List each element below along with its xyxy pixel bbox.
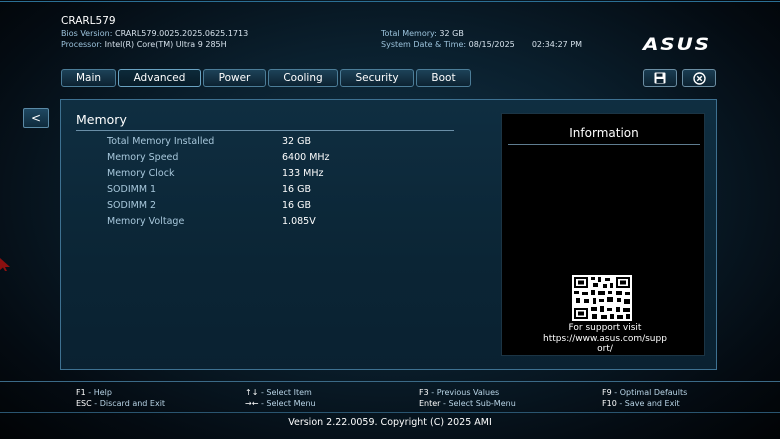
- total-memory-line: Total Memory: 32 GB: [381, 29, 464, 38]
- hint-desc: Save and Exit: [624, 399, 680, 408]
- hint-key: Enter: [419, 399, 441, 408]
- bios-version-line: Bios Version: CRARL579.0025.2025.0625.17…: [61, 29, 248, 38]
- time-value[interactable]: 02:34:27 PM: [532, 40, 582, 49]
- hint-desc: Select Menu: [266, 399, 316, 408]
- hint-key: →←: [245, 399, 259, 408]
- save-icon: [654, 72, 666, 84]
- tab-power[interactable]: Power: [203, 69, 266, 87]
- support-url-line: https://www.asus.com/supp: [543, 333, 667, 344]
- hint-f1: F1 - Help: [76, 388, 112, 397]
- hint-f9: F9 - Optimal Defaults: [602, 388, 687, 397]
- information-divider: [508, 144, 700, 145]
- hint-select-item: ↑↓ - Select Item: [245, 388, 312, 397]
- support-text: For support visit https://www.asus.com/s…: [522, 323, 688, 355]
- tab-security[interactable]: Security: [340, 69, 414, 87]
- hint-separator: -: [428, 388, 437, 397]
- row-label[interactable]: Memory Voltage: [107, 216, 184, 227]
- footer-divider: [0, 381, 780, 382]
- row-label[interactable]: Total Memory Installed: [107, 136, 214, 147]
- save-button[interactable]: [643, 69, 677, 87]
- hint-key: F10: [602, 399, 617, 408]
- hint-desc: Select Item: [266, 388, 312, 397]
- hint-key: ESC: [76, 399, 92, 408]
- hint-key: F3: [419, 388, 429, 397]
- row-label[interactable]: SODIMM 1: [107, 184, 156, 195]
- hint-desc: Discard and Exit: [99, 399, 166, 408]
- support-url-line: ort/: [597, 344, 613, 354]
- row-value: 16 GB: [282, 184, 311, 195]
- qr-code-icon: [572, 275, 632, 321]
- hint-separator: -: [611, 388, 620, 397]
- asus-logo: ASUS: [643, 35, 711, 55]
- processor-line: Processor: Intel(R) Core(TM) Ultra 9 285…: [61, 40, 227, 49]
- date-value[interactable]: 08/15/2025: [469, 40, 515, 49]
- hint-select-menu: →← - Select Menu: [245, 399, 316, 408]
- version-divider: [0, 412, 780, 413]
- model-name: CRARL579: [61, 15, 116, 27]
- exit-button[interactable]: [682, 69, 716, 87]
- hint-separator: -: [85, 388, 94, 397]
- total-memory-value: 32 GB: [439, 29, 464, 38]
- row-value: 16 GB: [282, 200, 311, 211]
- hint-key: ↑↓: [245, 388, 259, 397]
- hint-desc: Previous Values: [436, 388, 500, 397]
- row-label[interactable]: SODIMM 2: [107, 200, 156, 211]
- hint-separator: -: [616, 399, 625, 408]
- tab-boot[interactable]: Boot: [416, 69, 471, 87]
- hint-desc: Select Sub-Menu: [448, 399, 516, 408]
- row-value: 1.085V: [282, 216, 316, 227]
- bios-version-label: Bios Version:: [61, 29, 113, 38]
- hint-f3: F3 - Previous Values: [419, 388, 499, 397]
- tab-cooling[interactable]: Cooling: [268, 69, 338, 87]
- row-label[interactable]: Memory Clock: [107, 168, 174, 179]
- hint-enter: Enter - Select Sub-Menu: [419, 399, 516, 408]
- row-value: 133 MHz: [282, 168, 324, 179]
- bios-screen: CRARL579 Bios Version: CRARL579.0025.202…: [0, 0, 780, 439]
- top-border: [0, 1, 780, 2]
- back-button[interactable]: <: [23, 108, 49, 128]
- hint-key: F1: [76, 388, 86, 397]
- section-title: Memory: [76, 112, 127, 127]
- section-divider: [76, 130, 454, 131]
- tab-main[interactable]: Main: [61, 69, 116, 87]
- mouse-cursor-icon: [0, 258, 10, 271]
- support-line: For support visit: [568, 323, 642, 333]
- hint-desc: Optimal Defaults: [619, 388, 688, 397]
- hint-esc: ESC - Discard and Exit: [76, 399, 165, 408]
- processor-value: Intel(R) Core(TM) Ultra 9 285H: [104, 40, 227, 49]
- version-text: Version 2.22.0059. Copyright (C) 2025 AM…: [288, 417, 492, 428]
- tab-advanced[interactable]: Advanced: [118, 69, 201, 87]
- datetime-label: System Date & Time:: [381, 40, 467, 49]
- row-label[interactable]: Memory Speed: [107, 152, 178, 163]
- total-memory-label: Total Memory:: [381, 29, 437, 38]
- row-value: 32 GB: [282, 136, 311, 147]
- information-title: Information: [569, 126, 639, 140]
- processor-label: Processor:: [61, 40, 103, 49]
- hint-f10: F10 - Save and Exit: [602, 399, 680, 408]
- close-circle-icon: [692, 71, 706, 85]
- hint-key: F9: [602, 388, 612, 397]
- hint-desc: Help: [93, 388, 112, 397]
- row-value: 6400 MHz: [282, 152, 330, 163]
- datetime-line: System Date & Time: 08/15/2025 02:34:27 …: [381, 40, 582, 49]
- hint-separator: -: [91, 399, 100, 408]
- information-panel: Information For support visit https://ww…: [501, 113, 705, 356]
- bios-version-value: CRARL579.0025.2025.0625.1713: [114, 29, 249, 38]
